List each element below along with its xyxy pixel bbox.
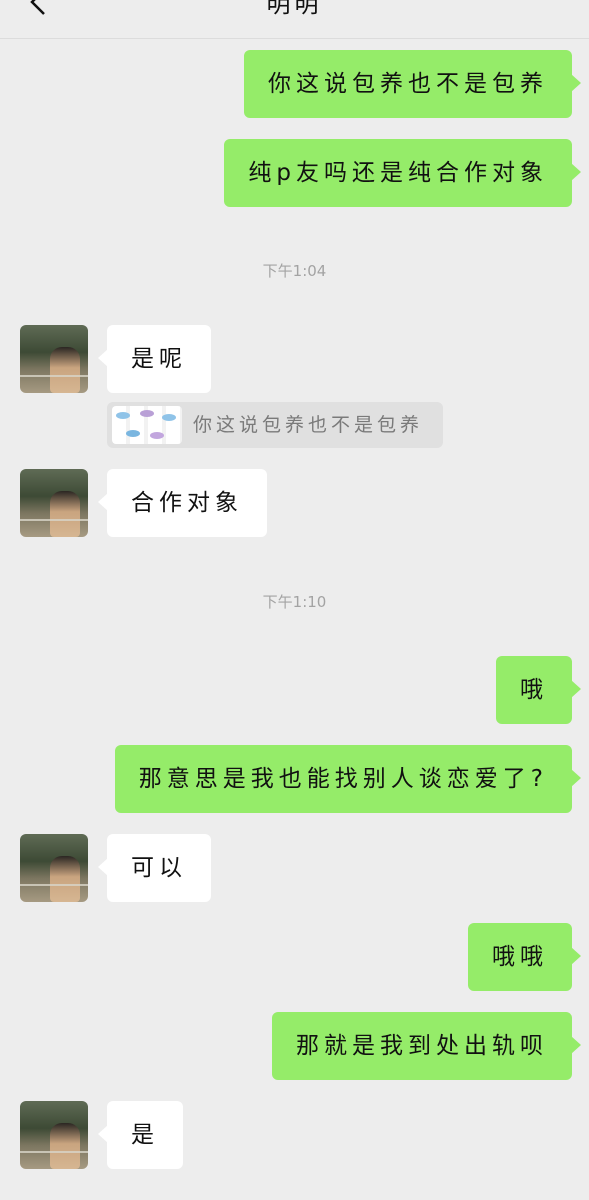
quoted-message[interactable]: 你这说包养也不是包养 bbox=[107, 402, 443, 448]
fish-icon bbox=[140, 410, 154, 417]
outgoing-message-bubble[interactable]: 那就是我到处出轨呗 bbox=[272, 1012, 581, 1080]
outgoing-message-bubble[interactable]: 你这说包养也不是包养 bbox=[244, 50, 581, 118]
outgoing-message-bubble[interactable]: 哦 bbox=[496, 656, 581, 724]
contact-avatar[interactable] bbox=[20, 325, 88, 393]
message-timestamp: 下午1:04 bbox=[262, 262, 327, 280]
avatar-rail bbox=[20, 1151, 88, 1153]
contact-avatar[interactable] bbox=[20, 1101, 88, 1169]
incoming-message-bubble[interactable]: 是呢 bbox=[98, 325, 211, 393]
fish-icon bbox=[162, 414, 176, 421]
avatar-rail bbox=[20, 375, 88, 377]
fish-pattern-image bbox=[112, 406, 182, 444]
incoming-message-bubble[interactable]: 合作对象 bbox=[98, 469, 267, 537]
incoming-message-bubble[interactable]: 可以 bbox=[98, 834, 211, 902]
avatar-rail bbox=[20, 884, 88, 886]
avatar-figure bbox=[50, 856, 80, 902]
outgoing-message-bubble[interactable]: 纯p友吗还是纯合作对象 bbox=[224, 139, 581, 207]
avatar-figure bbox=[50, 491, 80, 537]
chat-title: 明明 bbox=[266, 0, 323, 18]
fish-icon bbox=[150, 432, 164, 439]
fish-icon bbox=[126, 430, 140, 437]
avatar-figure bbox=[50, 1123, 80, 1169]
contact-avatar[interactable] bbox=[20, 469, 88, 537]
contact-avatar[interactable] bbox=[20, 834, 88, 902]
top-bar: 明明 bbox=[0, 0, 589, 39]
outgoing-message-bubble[interactable]: 哦哦 bbox=[468, 923, 581, 991]
fish-icon bbox=[116, 412, 130, 419]
quoted-message-text: 你这说包养也不是包养 bbox=[193, 414, 424, 436]
avatar-figure bbox=[50, 347, 80, 393]
avatar-rail bbox=[20, 519, 88, 521]
incoming-message-bubble[interactable]: 是 bbox=[98, 1101, 183, 1169]
outgoing-message-bubble[interactable]: 那意思是我也能找别人谈恋爱了? bbox=[114, 745, 582, 813]
message-timestamp: 下午1:10 bbox=[262, 593, 327, 611]
